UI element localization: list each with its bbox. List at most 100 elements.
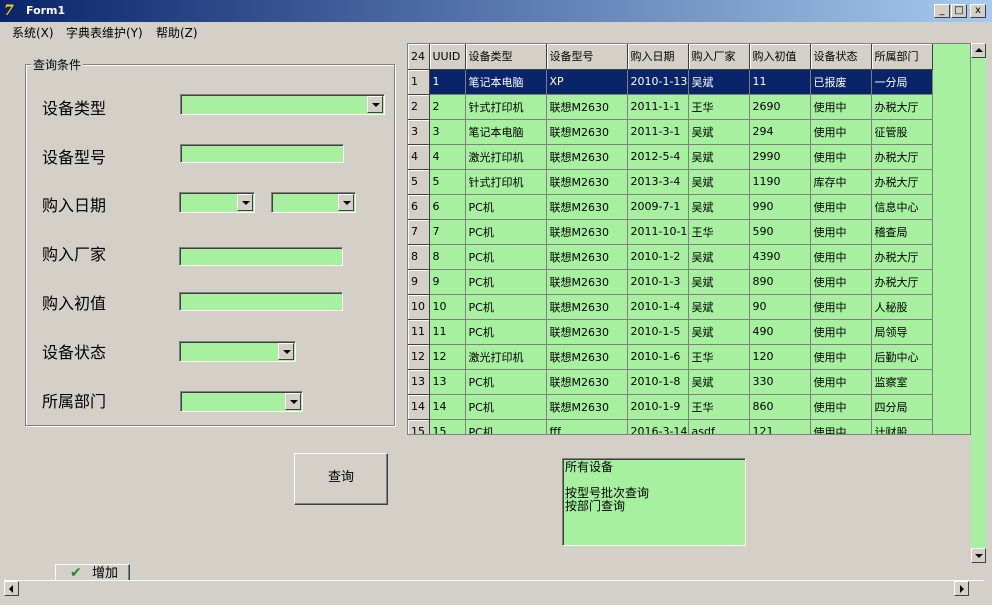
device-grid[interactable]: 24 UUID 设备类型 设备型号 购入日期 购入厂家 购入初值 设备状态 所属部门 1 1 笔记本电…: [407, 43, 971, 435]
table-cell[interactable]: 1: [429, 69, 466, 95]
table-cell[interactable]: 15: [429, 419, 466, 434]
table-cell[interactable]: 990: [749, 194, 811, 220]
table-cell[interactable]: 6: [429, 194, 466, 220]
table-cell[interactable]: 激光打印机: [465, 144, 547, 170]
department-combo[interactable]: [180, 391, 303, 412]
column-header[interactable]: UUID: [429, 44, 466, 70]
table-cell[interactable]: 使用中: [810, 294, 872, 320]
table-cell[interactable]: 12: [429, 344, 466, 370]
table-cell[interactable]: 针式打印机: [465, 94, 547, 120]
table-cell[interactable]: PC机: [465, 294, 547, 320]
table-cell[interactable]: 4390: [749, 244, 811, 270]
table-cell[interactable]: 13: [429, 369, 466, 395]
table-row[interactable]: 2 2 针式打印机 联想M2630 2011-1-1 王华 2690 使用中 办税大厅: [408, 94, 933, 120]
table-cell[interactable]: 办税大厅: [871, 169, 933, 195]
table-cell[interactable]: 吴斌: [688, 194, 750, 220]
table-cell[interactable]: 490: [749, 319, 811, 345]
manufacturer-input[interactable]: [179, 247, 343, 266]
table-cell[interactable]: PC机: [465, 394, 547, 420]
table-row[interactable]: 15 15 PC机 fff 2016-3-14 asdf 121 使用中 计财股: [408, 419, 933, 434]
table-cell[interactable]: 3: [429, 119, 466, 145]
table-cell[interactable]: 2990: [749, 144, 811, 170]
column-header[interactable]: 所属部门: [871, 44, 933, 70]
table-cell[interactable]: 吴斌: [688, 244, 750, 270]
table-cell[interactable]: 7: [429, 219, 466, 245]
table-row[interactable]: 9 9 PC机 联想M2630 2010-1-3 吴斌 890 使用中 办税大厅: [408, 269, 933, 295]
table-cell[interactable]: 吴斌: [688, 69, 750, 95]
table-cell[interactable]: 库存中: [810, 169, 872, 195]
query-type-list[interactable]: 所有设备 按型号批次查询 按部门查询: [562, 458, 746, 546]
vertical-scrollbar[interactable]: [971, 43, 986, 563]
table-cell[interactable]: 激光打印机: [465, 344, 547, 370]
table-cell[interactable]: 人秘股: [871, 294, 933, 320]
table-cell[interactable]: 11: [749, 69, 811, 95]
table-cell[interactable]: 联想M2630: [546, 344, 628, 370]
device-type-combo[interactable]: [180, 94, 385, 115]
table-row[interactable]: 5 5 针式打印机 联想M2630 2013-3-4 吴斌 1190 库存中 办税大厅: [408, 169, 933, 195]
table-cell[interactable]: XP: [546, 69, 628, 95]
table-cell[interactable]: 2012-5-4: [627, 144, 689, 170]
chevron-down-icon[interactable]: [237, 194, 253, 211]
table-row[interactable]: 10 10 PC机 联想M2630 2010-1-4 吴斌 90 使用中 人秘股: [408, 294, 933, 320]
table-cell[interactable]: 2010-1-3: [627, 269, 689, 295]
table-cell[interactable]: 2: [429, 94, 466, 120]
scroll-left-icon[interactable]: [4, 581, 19, 596]
table-row[interactable]: 11 11 PC机 联想M2630 2010-1-5 吴斌 490 使用中 局领导: [408, 319, 933, 345]
table-cell[interactable]: 笔记本电脑: [465, 69, 547, 95]
table-cell[interactable]: PC机: [465, 194, 547, 220]
table-cell[interactable]: 后勤中心: [871, 344, 933, 370]
table-cell[interactable]: 针式打印机: [465, 169, 547, 195]
initial-value-input[interactable]: [179, 292, 343, 311]
table-cell[interactable]: 1190: [749, 169, 811, 195]
menu-system[interactable]: 系统(X): [12, 24, 54, 41]
table-cell[interactable]: 联想M2630: [546, 119, 628, 145]
table-cell[interactable]: 四分局: [871, 394, 933, 420]
table-cell[interactable]: 2009-7-1: [627, 194, 689, 220]
chevron-down-icon[interactable]: [367, 96, 383, 113]
table-cell[interactable]: 一分局: [871, 69, 933, 95]
table-cell[interactable]: 联想M2630: [546, 194, 628, 220]
table-cell[interactable]: 吴斌: [688, 169, 750, 195]
table-cell[interactable]: 使用中: [810, 144, 872, 170]
table-cell[interactable]: 使用中: [810, 394, 872, 420]
table-cell[interactable]: PC机: [465, 269, 547, 295]
table-cell[interactable]: 330: [749, 369, 811, 395]
table-row[interactable]: 4 4 激光打印机 联想M2630 2012-5-4 吴斌 2990 使用中 办税大厅: [408, 144, 933, 170]
chevron-down-icon[interactable]: [285, 393, 301, 410]
table-row[interactable]: 8 8 PC机 联想M2630 2010-1-2 吴斌 4390 使用中 办税大厅: [408, 244, 933, 270]
scroll-down-icon[interactable]: [971, 548, 986, 563]
table-cell[interactable]: 王华: [688, 344, 750, 370]
table-row[interactable]: 7 7 PC机 联想M2630 2011-10-1 王华 590 使用中 稽查局: [408, 219, 933, 245]
table-cell[interactable]: 联想M2630: [546, 94, 628, 120]
table-cell[interactable]: 590: [749, 219, 811, 245]
table-cell[interactable]: 2690: [749, 94, 811, 120]
table-cell[interactable]: 使用中: [810, 194, 872, 220]
column-header[interactable]: 设备型号: [546, 44, 628, 70]
table-cell[interactable]: 吴斌: [688, 144, 750, 170]
column-header[interactable]: 购入日期: [627, 44, 689, 70]
chevron-down-icon[interactable]: [278, 343, 294, 360]
delphi-icon[interactable]: 7: [4, 2, 22, 20]
device-status-combo[interactable]: [179, 341, 296, 362]
table-cell[interactable]: 使用中: [810, 269, 872, 295]
device-model-input[interactable]: [180, 144, 344, 163]
table-cell[interactable]: PC机: [465, 219, 547, 245]
table-cell[interactable]: 294: [749, 119, 811, 145]
table-row[interactable]: 1 1 笔记本电脑 XP 2010-1-13 吴斌 11 已报废 一分局: [408, 69, 933, 95]
table-cell[interactable]: 吴斌: [688, 269, 750, 295]
table-cell[interactable]: 吴斌: [688, 369, 750, 395]
table-cell[interactable]: asdf: [688, 419, 750, 434]
table-cell[interactable]: 2011-10-1: [627, 219, 689, 245]
table-cell[interactable]: 已报废: [810, 69, 872, 95]
close-button[interactable]: x: [970, 4, 986, 18]
table-cell[interactable]: 联想M2630: [546, 394, 628, 420]
column-header[interactable]: 设备状态: [810, 44, 872, 70]
table-cell[interactable]: 8: [429, 244, 466, 270]
table-cell[interactable]: 10: [429, 294, 466, 320]
table-cell[interactable]: 2013-3-4: [627, 169, 689, 195]
table-cell[interactable]: 联想M2630: [546, 219, 628, 245]
list-item[interactable]: 所有设备: [565, 461, 743, 474]
table-cell[interactable]: fff: [546, 419, 628, 434]
table-row[interactable]: 13 13 PC机 联想M2630 2010-1-8 吴斌 330 使用中 监察室: [408, 369, 933, 395]
table-cell[interactable]: 使用中: [810, 94, 872, 120]
